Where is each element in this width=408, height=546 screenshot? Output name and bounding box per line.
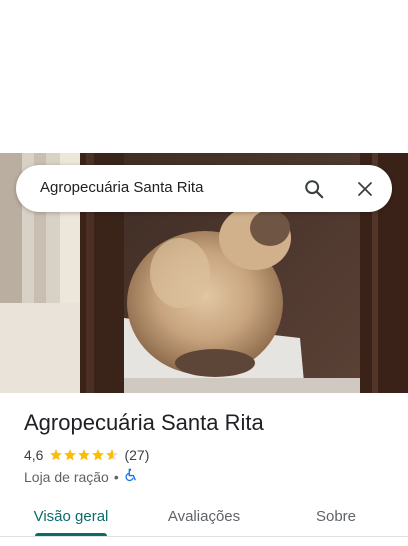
- star-icon: [64, 449, 77, 461]
- rating-value: 4,6: [24, 447, 44, 463]
- close-icon[interactable]: [351, 175, 379, 203]
- wheelchair-accessible-icon: [124, 468, 138, 485]
- place-title: Agropecuária Santa Rita: [24, 410, 264, 435]
- tab-overview[interactable]: Visão geral: [24, 496, 118, 536]
- star-icon: [78, 449, 91, 461]
- tabs-divider: [0, 536, 408, 537]
- place-info: Agropecuária Santa Rita 4,6 (27) Loja de…: [24, 408, 394, 485]
- rating-stars: [49, 448, 119, 462]
- review-count[interactable]: (27): [124, 447, 149, 463]
- category-row: Loja de ração •: [24, 468, 394, 485]
- tab-reviews[interactable]: Avaliações: [152, 496, 256, 536]
- search-input[interactable]: Agropecuária Santa Rita: [40, 179, 203, 196]
- place-tabs: Visão geral Avaliações Sobre: [0, 496, 408, 538]
- place-category: Loja de ração: [24, 468, 109, 485]
- search-icon[interactable]: [300, 175, 328, 203]
- search-bar[interactable]: Agropecuária Santa Rita: [16, 165, 392, 212]
- separator: •: [113, 468, 119, 485]
- star-icon: [50, 449, 63, 461]
- star-icon: [92, 449, 105, 461]
- tab-about[interactable]: Sobre: [300, 496, 372, 536]
- star-icon: [106, 449, 119, 461]
- rating-row[interactable]: 4,6 (27): [24, 446, 394, 464]
